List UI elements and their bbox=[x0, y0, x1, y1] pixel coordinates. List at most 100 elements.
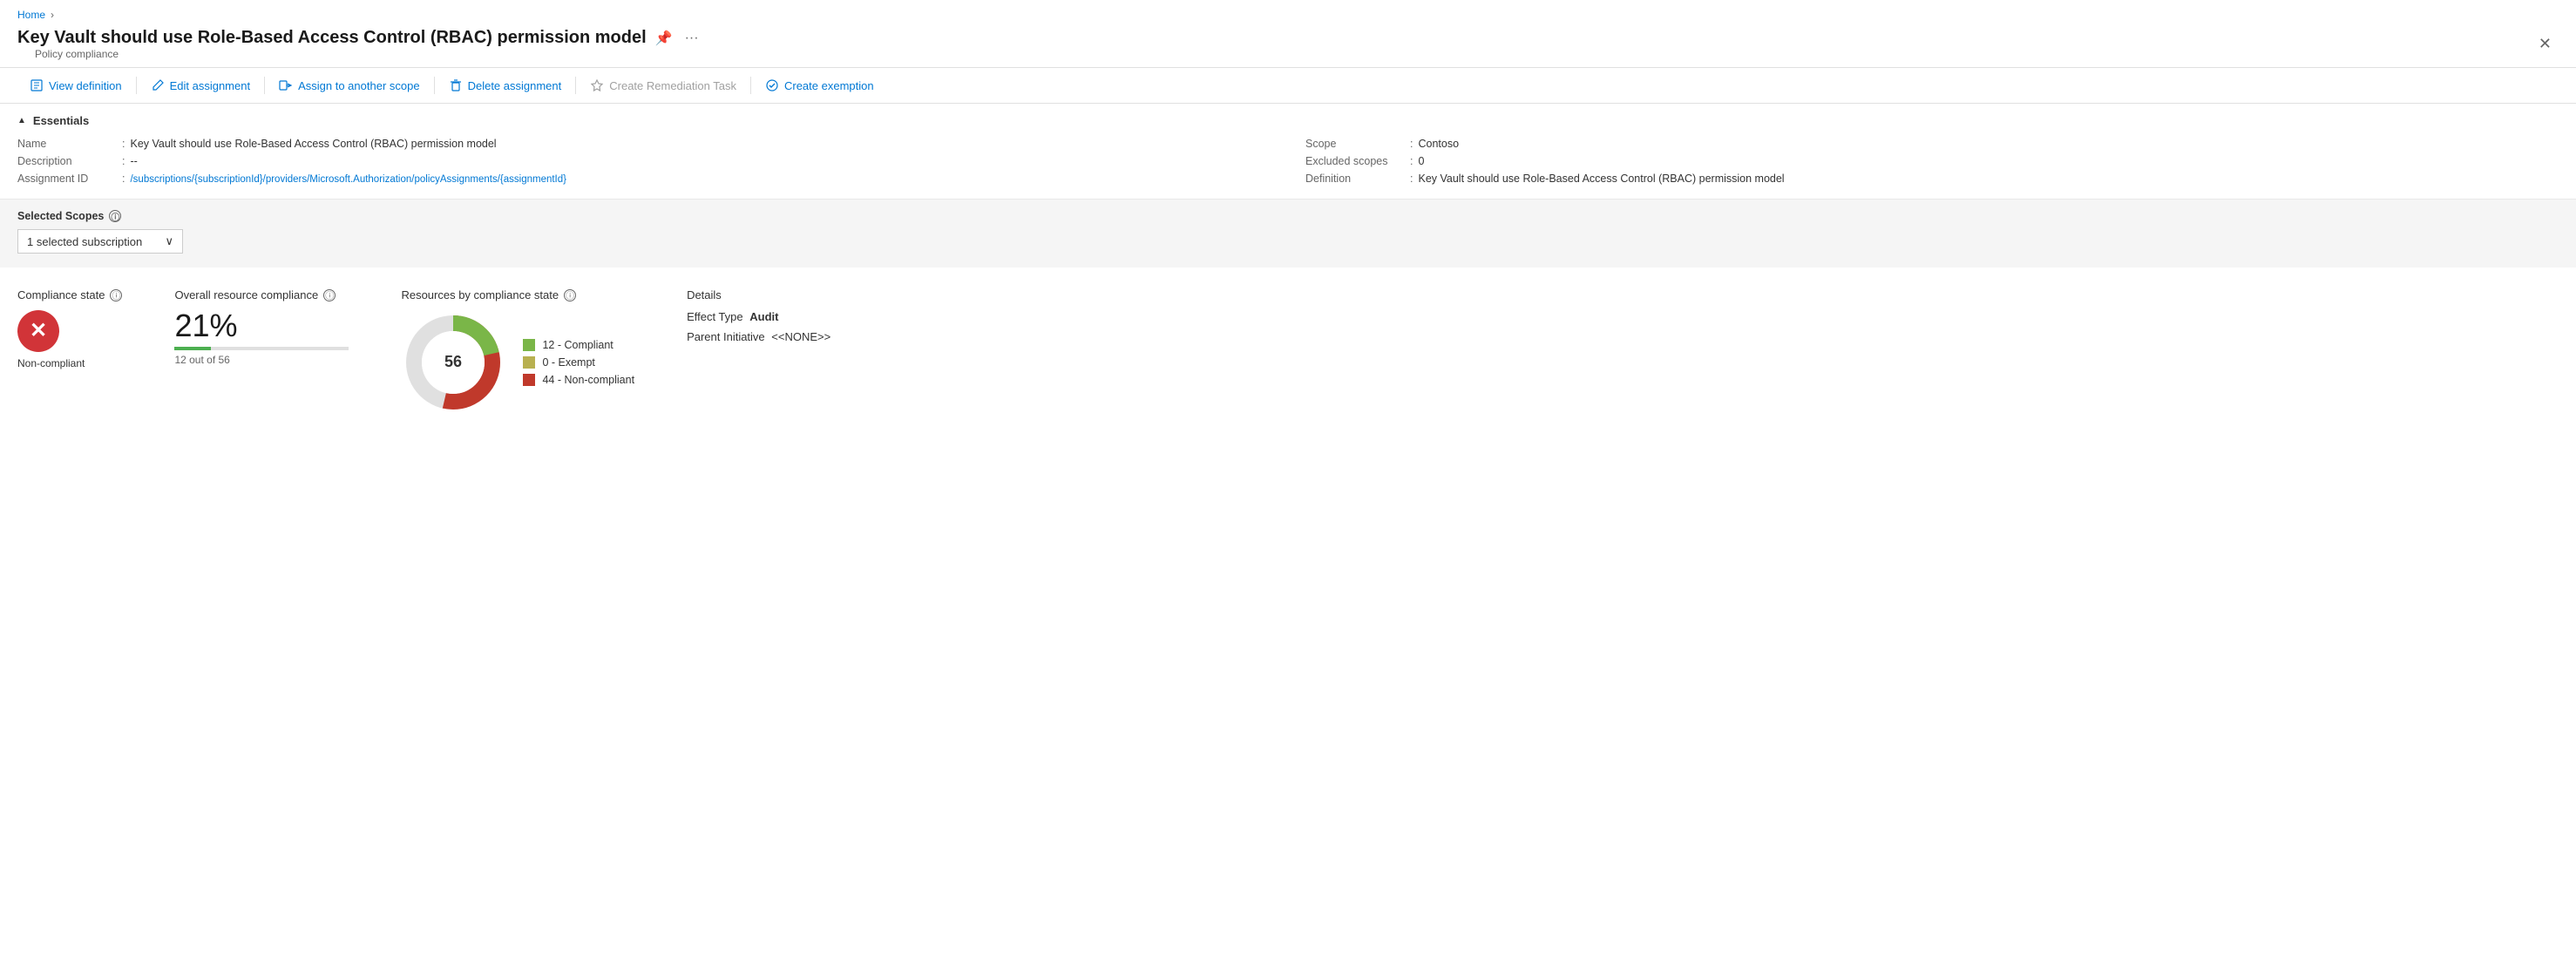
effect-type-row: Effect Type Audit bbox=[687, 310, 830, 323]
selected-scopes-text: Selected Scopes bbox=[17, 210, 104, 222]
non-compliant-swatch bbox=[523, 374, 535, 386]
page-subtitle: Policy compliance bbox=[17, 48, 699, 60]
overall-compliance-title: Overall resource compliance ⓘ bbox=[174, 288, 349, 301]
pin-icon[interactable]: 📌 bbox=[655, 30, 673, 47]
scope-dropdown-value: 1 selected subscription bbox=[27, 235, 142, 248]
close-button[interactable]: ✕ bbox=[2532, 31, 2559, 57]
essentials-grid: Name : Key Vault should use Role-Based A… bbox=[17, 138, 2559, 185]
breadcrumb-home[interactable]: Home bbox=[17, 9, 45, 21]
delete-icon bbox=[449, 78, 463, 92]
compliant-label: 12 - Compliant bbox=[542, 339, 613, 351]
resources-by-state-title: Resources by compliance state ⓘ bbox=[401, 288, 634, 301]
essentials-name-value: Key Vault should use Role-Based Access C… bbox=[130, 138, 496, 150]
scope-label: Selected Scopes ⓘ bbox=[17, 210, 2559, 222]
view-definition-label: View definition bbox=[49, 79, 122, 92]
separator-1 bbox=[136, 77, 137, 94]
essentials-assignment-row: Assignment ID : /subscriptions/{subscrip… bbox=[17, 173, 1271, 185]
page-title: Key Vault should use Role-Based Access C… bbox=[17, 28, 647, 48]
create-exemption-button[interactable]: Create exemption bbox=[753, 73, 886, 98]
separator-4 bbox=[575, 77, 576, 94]
toolbar: View definition Edit assignment Assign t… bbox=[0, 67, 2576, 104]
compliant-swatch bbox=[523, 339, 535, 351]
exempt-swatch bbox=[523, 356, 535, 369]
effect-type-label: Effect Type bbox=[687, 310, 743, 323]
essentials-scope-label: Scope bbox=[1305, 138, 1410, 150]
breadcrumb: Home › bbox=[0, 0, 2576, 24]
essentials-excluded-value: 0 bbox=[1418, 155, 1424, 167]
essentials-scope-value: Contoso bbox=[1418, 138, 1459, 150]
non-compliant-label: Non-compliant bbox=[17, 357, 122, 369]
create-remediation-button: Create Remediation Task bbox=[578, 73, 749, 98]
essentials-section: ▲ Essentials Name : Key Vault should use… bbox=[0, 104, 2576, 199]
page-header: Key Vault should use Role-Based Access C… bbox=[0, 24, 2576, 67]
separator-5 bbox=[750, 77, 751, 94]
essentials-name-label: Name bbox=[17, 138, 122, 150]
essentials-scope-row: Scope : Contoso bbox=[1305, 138, 2559, 150]
scope-dropdown[interactable]: 1 selected subscription ∨ bbox=[17, 229, 183, 254]
separator-2 bbox=[264, 77, 265, 94]
overall-compliance-block: Overall resource compliance ⓘ 21% 12 out… bbox=[174, 288, 349, 366]
create-exemption-label: Create exemption bbox=[784, 79, 874, 92]
assign-scope-button[interactable]: Assign to another scope bbox=[267, 73, 431, 98]
essentials-excluded-row: Excluded scopes : 0 bbox=[1305, 155, 2559, 167]
delete-assignment-label: Delete assignment bbox=[468, 79, 562, 92]
compliance-state-block: Compliance state ⓘ ✕ Non-compliant bbox=[17, 288, 122, 369]
donut-chart: 56 bbox=[401, 310, 505, 415]
essentials-description-row: Description : -- bbox=[17, 155, 1271, 167]
scope-info-icon: ⓘ bbox=[109, 210, 121, 222]
x-mark-icon: ✕ bbox=[30, 321, 47, 342]
parent-initiative-row: Parent Initiative <<NONE>> bbox=[687, 330, 830, 343]
edit-icon bbox=[151, 78, 165, 92]
donut-center-value: 56 bbox=[444, 353, 462, 370]
create-remediation-label: Create Remediation Task bbox=[609, 79, 736, 92]
essentials-header[interactable]: ▲ Essentials bbox=[17, 114, 2559, 127]
overall-compliance-label: Overall resource compliance bbox=[174, 288, 318, 301]
remediation-icon bbox=[590, 78, 604, 92]
parent-initiative-label: Parent Initiative bbox=[687, 330, 765, 343]
compliance-state-info-icon: ⓘ bbox=[110, 289, 122, 301]
scope-section: Selected Scopes ⓘ 1 selected subscriptio… bbox=[0, 199, 2576, 267]
view-definition-icon bbox=[30, 78, 44, 92]
details-title: Details bbox=[687, 288, 830, 301]
more-options-icon[interactable]: ··· bbox=[685, 30, 699, 46]
parent-initiative-value: <<NONE>> bbox=[771, 330, 830, 343]
metrics-section: Compliance state ⓘ ✕ Non-compliant Overa… bbox=[0, 267, 2576, 436]
essentials-name-row: Name : Key Vault should use Role-Based A… bbox=[17, 138, 1271, 150]
compliance-state-icon: ✕ bbox=[17, 310, 59, 352]
edit-assignment-button[interactable]: Edit assignment bbox=[139, 73, 263, 98]
view-definition-button[interactable]: View definition bbox=[17, 73, 134, 98]
essentials-description-value: -- bbox=[130, 155, 137, 167]
compliance-state-title: Compliance state ⓘ bbox=[17, 288, 122, 301]
effect-type-value: Audit bbox=[749, 310, 778, 323]
essentials-assignment-label: Assignment ID bbox=[17, 173, 122, 185]
essentials-excluded-label: Excluded scopes bbox=[1305, 155, 1410, 167]
compliance-state-label: Compliance state bbox=[17, 288, 105, 301]
legend-non-compliant: 44 - Non-compliant bbox=[523, 374, 634, 386]
donut-area: 56 12 - Compliant 0 - Exempt 44 - Non-co… bbox=[401, 310, 634, 415]
resources-by-state-block: Resources by compliance state ⓘ 56 12 bbox=[401, 288, 634, 415]
delete-assignment-button[interactable]: Delete assignment bbox=[437, 73, 574, 98]
essentials-chevron: ▲ bbox=[17, 116, 26, 125]
legend-compliant: 12 - Compliant bbox=[523, 339, 634, 351]
essentials-definition-label: Definition bbox=[1305, 173, 1410, 185]
essentials-definition-row: Definition : Key Vault should use Role-B… bbox=[1305, 173, 2559, 185]
essentials-description-label: Description bbox=[17, 155, 122, 167]
donut-legend: 12 - Compliant 0 - Exempt 44 - Non-compl… bbox=[523, 339, 634, 386]
edit-assignment-label: Edit assignment bbox=[170, 79, 251, 92]
exempt-label: 0 - Exempt bbox=[542, 356, 594, 369]
resources-info-icon: ⓘ bbox=[564, 289, 576, 301]
separator-3 bbox=[434, 77, 435, 94]
details-label: Details bbox=[687, 288, 722, 301]
overall-percent: 21% bbox=[174, 310, 349, 342]
legend-exempt: 0 - Exempt bbox=[523, 356, 634, 369]
assign-scope-label: Assign to another scope bbox=[298, 79, 419, 92]
non-compliant-label: 44 - Non-compliant bbox=[542, 374, 634, 386]
overall-compliance-info-icon: ⓘ bbox=[323, 289, 336, 301]
essentials-definition-value: Key Vault should use Role-Based Access C… bbox=[1418, 173, 1784, 185]
breadcrumb-separator: › bbox=[51, 9, 54, 21]
essentials-assignment-value: /subscriptions/{subscriptionId}/provider… bbox=[130, 174, 566, 185]
overall-bar bbox=[174, 347, 349, 350]
details-content: Effect Type Audit Parent Initiative <<NO… bbox=[687, 310, 830, 343]
assign-scope-icon bbox=[279, 78, 293, 92]
overall-bar-fill bbox=[174, 347, 211, 350]
